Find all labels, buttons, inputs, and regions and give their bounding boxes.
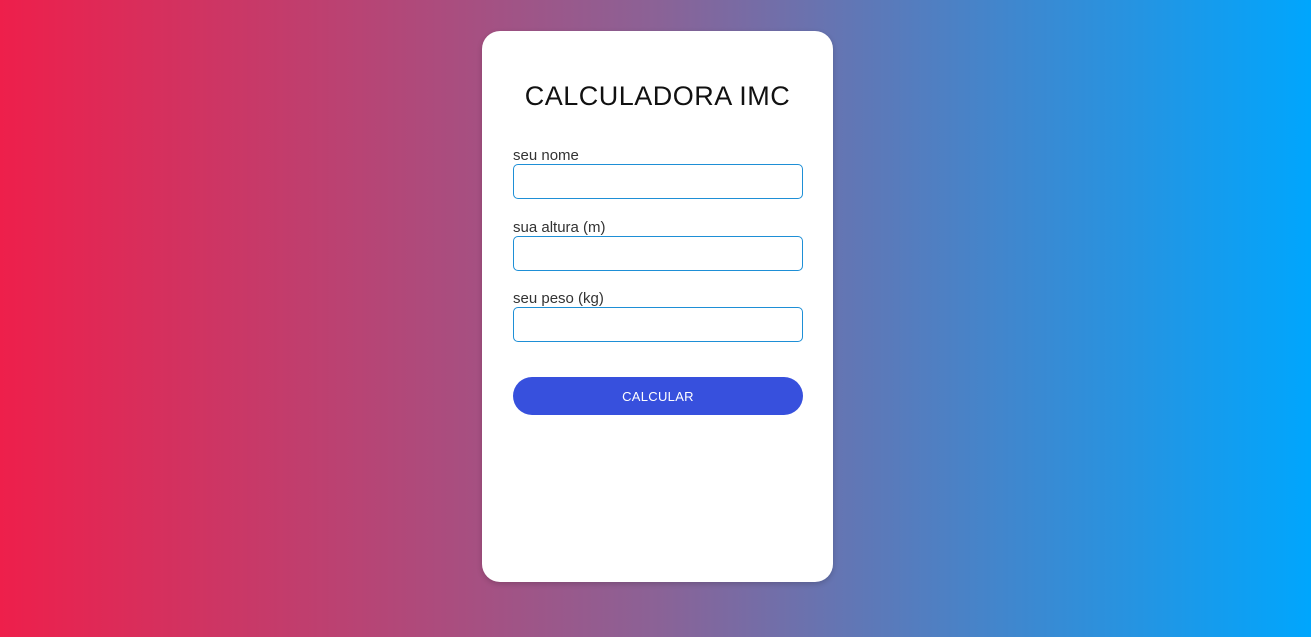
weight-label: seu peso (kg) (513, 290, 604, 307)
weight-input[interactable] (513, 307, 803, 342)
height-input[interactable] (513, 236, 803, 271)
page-title: CALCULADORA IMC (524, 81, 791, 111)
name-label: seu nome (513, 147, 579, 164)
height-label: sua altura (m) (513, 219, 606, 236)
name-input[interactable] (513, 164, 803, 199)
calculator-card: CALCULADORA IMC seu nome sua altura (m) … (482, 31, 833, 582)
calculate-button[interactable]: CALCULAR (513, 377, 803, 415)
